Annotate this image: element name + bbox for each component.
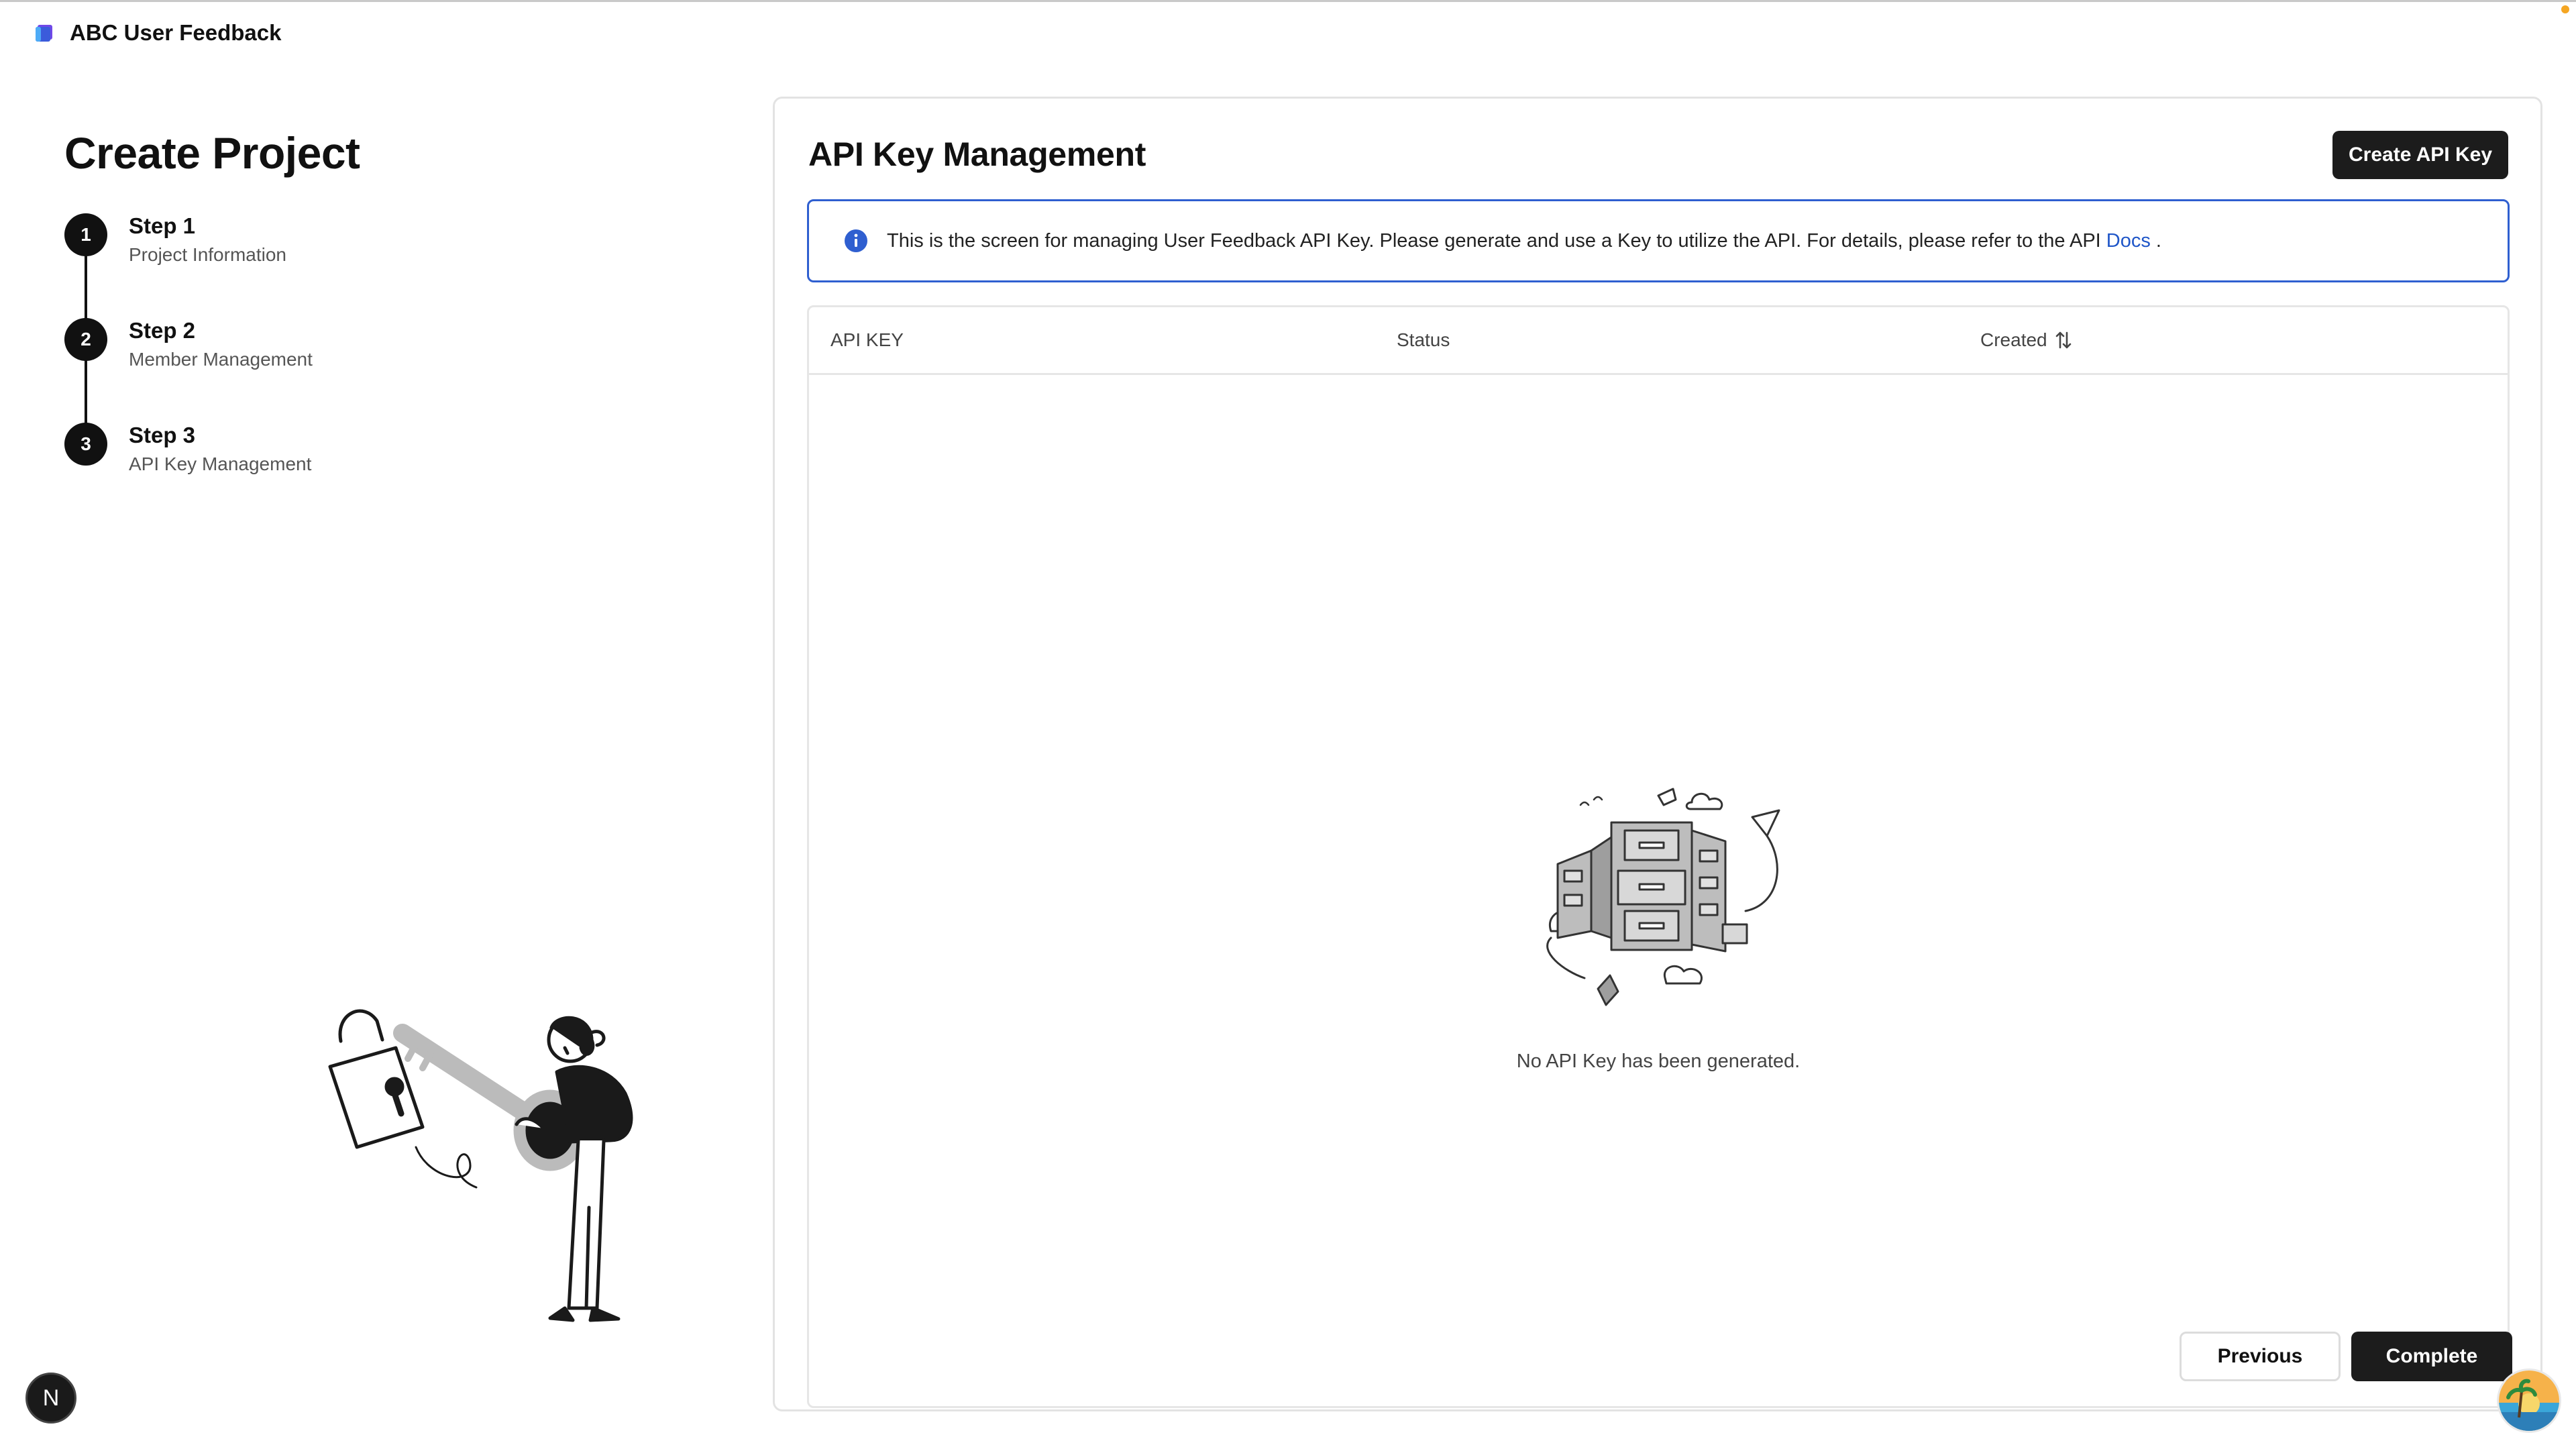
previous-button[interactable]: Previous [2180, 1332, 2341, 1381]
info-text: This is the screen for managing User Fee… [887, 229, 2101, 252]
step-3: 3 Step 3 API Key Management [64, 421, 313, 526]
step-1-title: Step 1 [129, 213, 196, 238]
card-title: API Key Management [808, 136, 1146, 173]
lock-key-illustration [328, 1009, 633, 1322]
step-3-number: 3 [64, 423, 107, 466]
stepper: 1 Step 1 Project Information 2 Step 2 Me… [64, 212, 313, 526]
api-key-table: API KEY Status Created No API Key has be… [807, 305, 2510, 1408]
app-header[interactable]: ABC User Feedback [34, 16, 281, 50]
step-3-title: Step 3 [129, 423, 196, 447]
column-header-created[interactable]: Created [1980, 307, 2073, 373]
user-avatar[interactable] [2497, 1368, 2561, 1433]
step-3-subtitle: API Key Management [129, 453, 312, 474]
api-key-card: API Key Management Create API Key This i… [773, 97, 2542, 1411]
dev-badge-n[interactable]: N [25, 1373, 76, 1424]
table-header: API KEY Status Created [809, 307, 2508, 375]
notification-dot [2561, 5, 2569, 13]
app-logo-icon [36, 25, 52, 42]
app-title: ABC User Feedback [70, 20, 282, 45]
step-2-subtitle: Member Management [129, 349, 313, 370]
empty-state-text: No API Key has been generated. [1516, 1051, 1801, 1072]
sort-icon[interactable] [2054, 330, 2073, 350]
info-suffix: . [2155, 229, 2161, 252]
page-title: Create Project [64, 128, 360, 178]
step-1: 1 Step 1 Project Information [64, 212, 313, 317]
create-api-key-button[interactable]: Create API Key [2332, 131, 2508, 179]
top-border [0, 0, 2576, 2]
info-banner: This is the screen for managing User Fee… [807, 199, 2510, 282]
info-icon [845, 229, 867, 252]
column-header-created-label: Created [1980, 329, 2047, 350]
complete-button[interactable]: Complete [2351, 1332, 2512, 1381]
column-header-api-key: API KEY [830, 329, 904, 350]
step-2-title: Step 2 [129, 318, 196, 343]
docs-link[interactable]: Docs [2106, 230, 2151, 252]
avatar-image [2499, 1371, 2559, 1431]
step-1-subtitle: Project Information [129, 244, 286, 265]
step-2: 2 Step 2 Member Management [64, 317, 313, 421]
empty-state: No API Key has been generated. [809, 777, 2508, 1073]
step-2-number: 2 [64, 318, 107, 361]
column-header-status: Status [1397, 329, 1450, 350]
step-1-number: 1 [64, 213, 107, 256]
empty-archive-illustration [1546, 788, 1780, 1006]
